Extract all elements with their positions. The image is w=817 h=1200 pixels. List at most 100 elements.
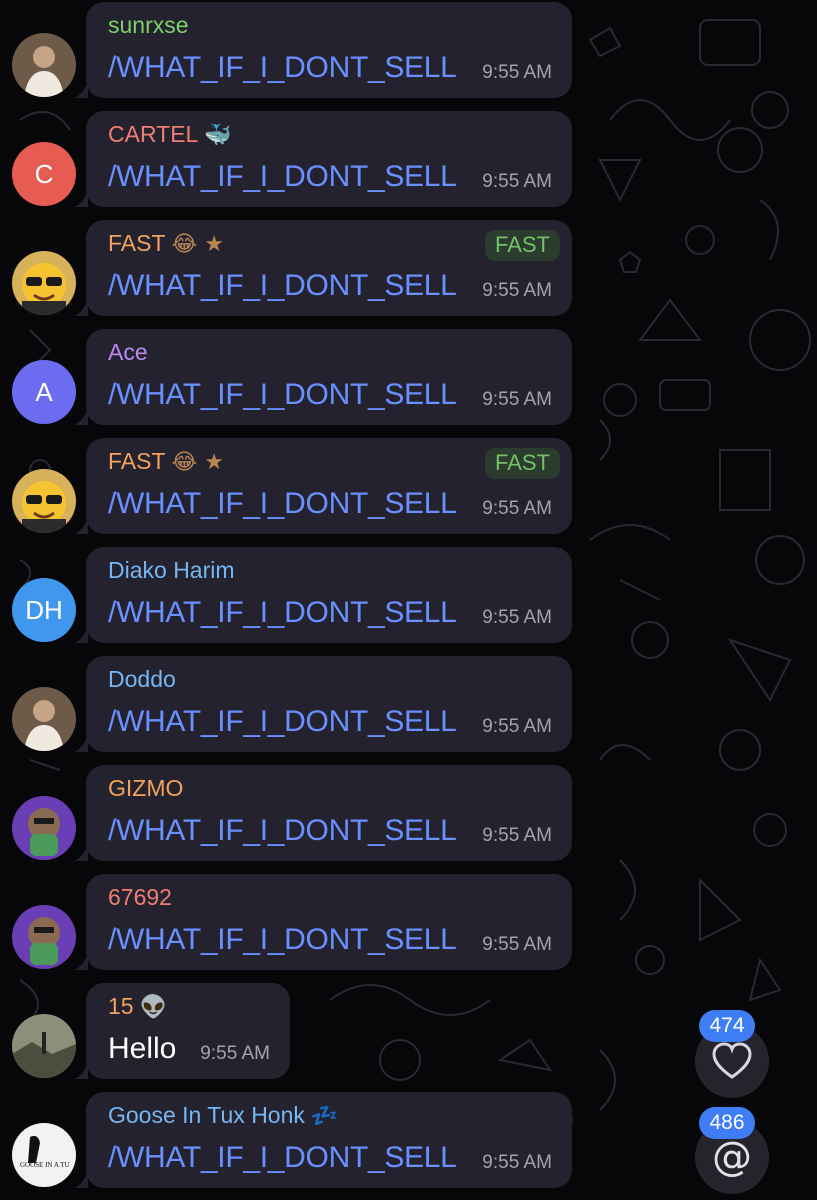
bot-command-link[interactable]: /WHAT_IF_I_DONT_SELL bbox=[108, 160, 457, 194]
sunglasses-emoji-icon bbox=[12, 251, 76, 315]
sender-name[interactable]: GIZMO bbox=[108, 775, 183, 802]
sender-avatar[interactable] bbox=[12, 33, 76, 97]
bubble-tail bbox=[74, 843, 88, 861]
message-timestamp: 9:55 AM bbox=[482, 1152, 552, 1173]
message-timestamp: 9:55 AM bbox=[482, 280, 552, 301]
sender-name-text: 67692 bbox=[108, 884, 172, 910]
message-timestamp: 9:55 AM bbox=[482, 389, 552, 410]
bot-command-link[interactable]: /WHAT_IF_I_DONT_SELL bbox=[108, 378, 457, 412]
message-timestamp: 9:55 AM bbox=[482, 825, 552, 846]
sender-emoji-status: 🐳 bbox=[204, 123, 232, 148]
sender-avatar[interactable]: C bbox=[12, 142, 76, 206]
sender-name-text: FAST bbox=[108, 448, 166, 474]
message-row: A Ace/WHAT_IF_I_DONT_SELL 9:55 AM bbox=[0, 329, 817, 429]
sender-name[interactable]: FAST 😂 ★ bbox=[108, 230, 224, 257]
sender-avatar[interactable] bbox=[12, 1014, 76, 1078]
sender-avatar[interactable]: DH bbox=[12, 578, 76, 642]
sender-name[interactable]: sunrxse bbox=[108, 12, 189, 39]
message-bubble[interactable]: Ace/WHAT_IF_I_DONT_SELL 9:55 AM bbox=[74, 329, 572, 425]
bubble-tail bbox=[74, 298, 88, 316]
message-bubble[interactable]: 15 👽 Hello 9:55 AM bbox=[74, 983, 290, 1079]
message-row: FAST 😂 ★ FAST/WHAT_IF_I_DONT_SELL 9:55 AM bbox=[0, 438, 817, 538]
message-row: GOOSE IN A TU Goose In Tux Honk 💤 /WHAT_IF_… bbox=[0, 1092, 817, 1192]
sender-avatar[interactable] bbox=[12, 251, 76, 315]
message-bubble[interactable]: sunrxse/WHAT_IF_I_DONT_SELL 9:55 AM bbox=[74, 2, 572, 98]
message-bubble[interactable]: FAST 😂 ★ FAST/WHAT_IF_I_DONT_SELL 9:55 AM bbox=[74, 220, 572, 316]
message-row: C CARTEL 🐳 /WHAT_IF_I_DONT_SELL 9:55 AM bbox=[0, 111, 817, 211]
cartoon-character-icon bbox=[12, 905, 76, 969]
bubble-tail bbox=[74, 516, 88, 534]
sender-name[interactable]: Goose In Tux Honk 💤 bbox=[108, 1102, 338, 1129]
sender-name[interactable]: FAST 😂 ★ bbox=[108, 448, 224, 475]
bubble-tail bbox=[74, 625, 88, 643]
message-row: 67692/WHAT_IF_I_DONT_SELL 9:55 AM bbox=[0, 874, 817, 974]
sender-name-text: Diako Harim bbox=[108, 557, 235, 583]
message-bubble[interactable]: Diako Harim/WHAT_IF_I_DONT_SELL 9:55 AM bbox=[74, 547, 572, 643]
bot-command-link[interactable]: /WHAT_IF_I_DONT_SELL bbox=[108, 51, 457, 85]
sender-name-text: Goose In Tux Honk bbox=[108, 1102, 305, 1128]
message-bubble[interactable]: FAST 😂 ★ FAST/WHAT_IF_I_DONT_SELL 9:55 AM bbox=[74, 438, 572, 534]
sender-avatar[interactable]: A bbox=[12, 360, 76, 424]
sender-name[interactable]: Ace bbox=[108, 339, 148, 366]
person-photo-icon bbox=[12, 687, 76, 751]
message-bubble[interactable]: 67692/WHAT_IF_I_DONT_SELL 9:55 AM bbox=[74, 874, 572, 970]
sender-emoji-status: 😂 ★ bbox=[171, 232, 224, 257]
sender-name[interactable]: 15 👽 bbox=[108, 993, 167, 1020]
bubble-tail bbox=[74, 1170, 88, 1188]
sender-name[interactable]: CARTEL 🐳 bbox=[108, 121, 232, 148]
sender-name-text: Doddo bbox=[108, 666, 176, 692]
message-timestamp: 9:55 AM bbox=[482, 716, 552, 737]
bot-command-link[interactable]: /WHAT_IF_I_DONT_SELL bbox=[108, 923, 457, 957]
message-bubble[interactable]: GIZMO/WHAT_IF_I_DONT_SELL 9:55 AM bbox=[74, 765, 572, 861]
bubble-tail bbox=[74, 952, 88, 970]
landscape-photo-icon bbox=[12, 1014, 76, 1078]
message-timestamp: 9:55 AM bbox=[482, 62, 552, 83]
sender-name-text: CARTEL bbox=[108, 121, 199, 147]
sender-avatar[interactable] bbox=[12, 469, 76, 533]
bubble-tail bbox=[74, 734, 88, 752]
sender-tag-badge: FAST bbox=[484, 230, 560, 261]
bot-command-link[interactable]: /WHAT_IF_I_DONT_SELL bbox=[108, 705, 457, 739]
sender-name-text: Ace bbox=[108, 339, 148, 365]
mentions-count-badge: 486 bbox=[699, 1107, 755, 1139]
goose-logo-icon: GOOSE IN A TU bbox=[12, 1123, 76, 1187]
sender-avatar[interactable] bbox=[12, 905, 76, 969]
message-row: DH Diako Harim/WHAT_IF_I_DONT_SELL 9:55 AM bbox=[0, 547, 817, 647]
sender-name-text: GIZMO bbox=[108, 775, 184, 801]
message-row: FAST 😂 ★ FAST/WHAT_IF_I_DONT_SELL 9:55 AM bbox=[0, 220, 817, 320]
sender-name[interactable]: 67692 bbox=[108, 884, 172, 911]
svg-text:GOOSE IN A TU: GOOSE IN A TU bbox=[20, 1161, 69, 1169]
sender-avatar[interactable]: GOOSE IN A TU bbox=[12, 1123, 76, 1187]
bot-command-link[interactable]: /WHAT_IF_I_DONT_SELL bbox=[108, 814, 457, 848]
bot-command-link[interactable]: /WHAT_IF_I_DONT_SELL bbox=[108, 596, 457, 630]
bot-command-link[interactable]: /WHAT_IF_I_DONT_SELL bbox=[108, 269, 457, 303]
cartoon-character-icon bbox=[12, 796, 76, 860]
bot-command-link[interactable]: /WHAT_IF_I_DONT_SELL bbox=[108, 487, 457, 521]
message-timestamp: 9:55 AM bbox=[200, 1043, 270, 1064]
message-timestamp: 9:55 AM bbox=[482, 607, 552, 628]
sender-name[interactable]: Diako Harim bbox=[108, 557, 235, 584]
message-row: GIZMO/WHAT_IF_I_DONT_SELL 9:55 AM bbox=[0, 765, 817, 865]
sender-avatar[interactable] bbox=[12, 687, 76, 751]
sender-avatar[interactable] bbox=[12, 796, 76, 860]
message-row: sunrxse/WHAT_IF_I_DONT_SELL 9:55 AM bbox=[0, 2, 817, 102]
message-row: Doddo/WHAT_IF_I_DONT_SELL 9:55 AM bbox=[0, 656, 817, 756]
sender-name[interactable]: Doddo bbox=[108, 666, 176, 693]
bubble-tail bbox=[74, 80, 88, 98]
message-text: Hello bbox=[108, 1032, 177, 1065]
sender-emoji-status: 😂 ★ bbox=[171, 450, 224, 475]
at-sign-icon: @ bbox=[712, 1134, 752, 1180]
message-timestamp: 9:55 AM bbox=[482, 498, 552, 519]
message-bubble[interactable]: CARTEL 🐳 /WHAT_IF_I_DONT_SELL 9:55 AM bbox=[74, 111, 572, 207]
sender-name-text: 15 bbox=[108, 993, 134, 1019]
message-timestamp: 9:55 AM bbox=[482, 934, 552, 955]
message-bubble[interactable]: Goose In Tux Honk 💤 /WHAT_IF_I_DONT_SELL 9:… bbox=[74, 1092, 572, 1188]
message-row: 15 👽 Hello 9:55 AM bbox=[0, 983, 817, 1083]
person-photo-icon bbox=[12, 33, 76, 97]
bubble-tail bbox=[74, 1061, 88, 1079]
sender-name-text: FAST bbox=[108, 230, 166, 256]
sender-name-text: sunrxse bbox=[108, 12, 189, 38]
sunglasses-emoji-icon bbox=[12, 469, 76, 533]
message-bubble[interactable]: Doddo/WHAT_IF_I_DONT_SELL 9:55 AM bbox=[74, 656, 572, 752]
bot-command-link[interactable]: /WHAT_IF_I_DONT_SELL bbox=[108, 1141, 457, 1175]
